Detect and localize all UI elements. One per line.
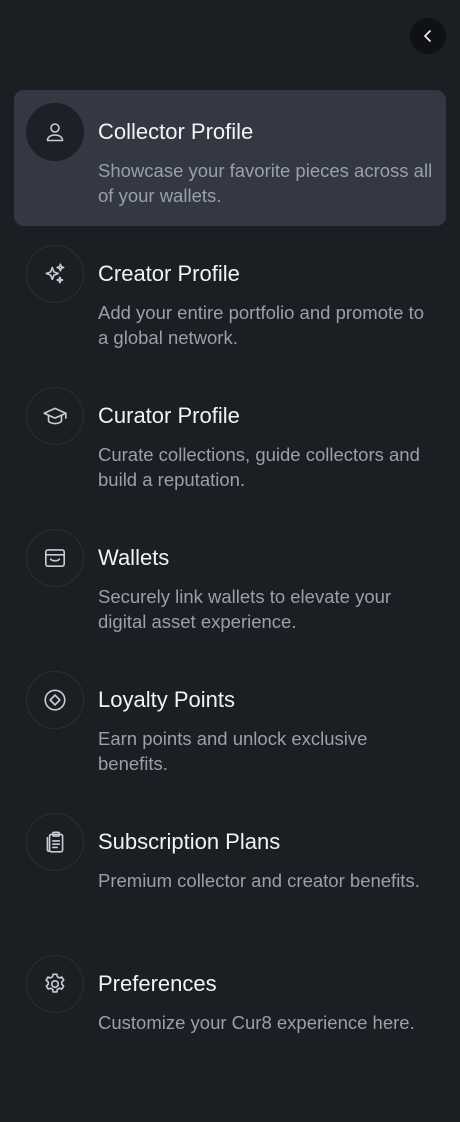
menu-item-title: Collector Profile — [98, 119, 254, 144]
navigation-menu: Collector Profile Showcase your favorite… — [14, 90, 446, 1084]
chevron-left-icon — [421, 29, 435, 43]
menu-item-description: Showcase your favorite pieces across all… — [98, 160, 433, 206]
menu-item-preferences[interactable]: Preferences Customize your Cur8 experien… — [14, 942, 446, 1084]
graduation-cap-icon — [26, 387, 84, 445]
user-icon — [26, 103, 84, 161]
back-button[interactable] — [410, 18, 446, 54]
clipboard-icon — [26, 813, 84, 871]
menu-item-description: Curate collections, guide collectors and… — [98, 444, 420, 490]
menu-item-collector-profile[interactable]: Collector Profile Showcase your favorite… — [14, 90, 446, 226]
menu-item-title: Creator Profile — [98, 261, 240, 286]
menu-item-description: Earn points and unlock exclusive benefit… — [98, 728, 368, 774]
diamond-coin-icon — [26, 671, 84, 729]
menu-item-title: Loyalty Points — [98, 687, 235, 712]
menu-item-title: Wallets — [98, 545, 170, 570]
wallet-icon — [26, 529, 84, 587]
menu-item-description: Premium collector and creator benefits. — [98, 870, 420, 891]
menu-item-description: Customize your Cur8 experience here. — [98, 1012, 415, 1033]
menu-item-title: Subscription Plans — [98, 829, 281, 854]
menu-item-title: Curator Profile — [98, 403, 240, 428]
menu-item-title: Preferences — [98, 971, 217, 996]
menu-item-wallets[interactable]: Wallets Securely link wallets to elevate… — [14, 516, 446, 658]
menu-item-creator-profile[interactable]: Creator Profile Add your entire portfoli… — [14, 232, 446, 374]
menu-item-description: Securely link wallets to elevate your di… — [98, 586, 392, 632]
gear-icon — [26, 955, 84, 1013]
menu-item-description: Add your entire portfolio and promote to… — [98, 302, 424, 348]
menu-item-curator-profile[interactable]: Curator Profile Curate collections, guid… — [14, 374, 446, 516]
menu-item-loyalty-points[interactable]: Loyalty Points Earn points and unlock ex… — [14, 658, 446, 800]
menu-item-subscription-plans[interactable]: Subscription Plans Premium collector and… — [14, 800, 446, 942]
sparkles-icon — [26, 245, 84, 303]
